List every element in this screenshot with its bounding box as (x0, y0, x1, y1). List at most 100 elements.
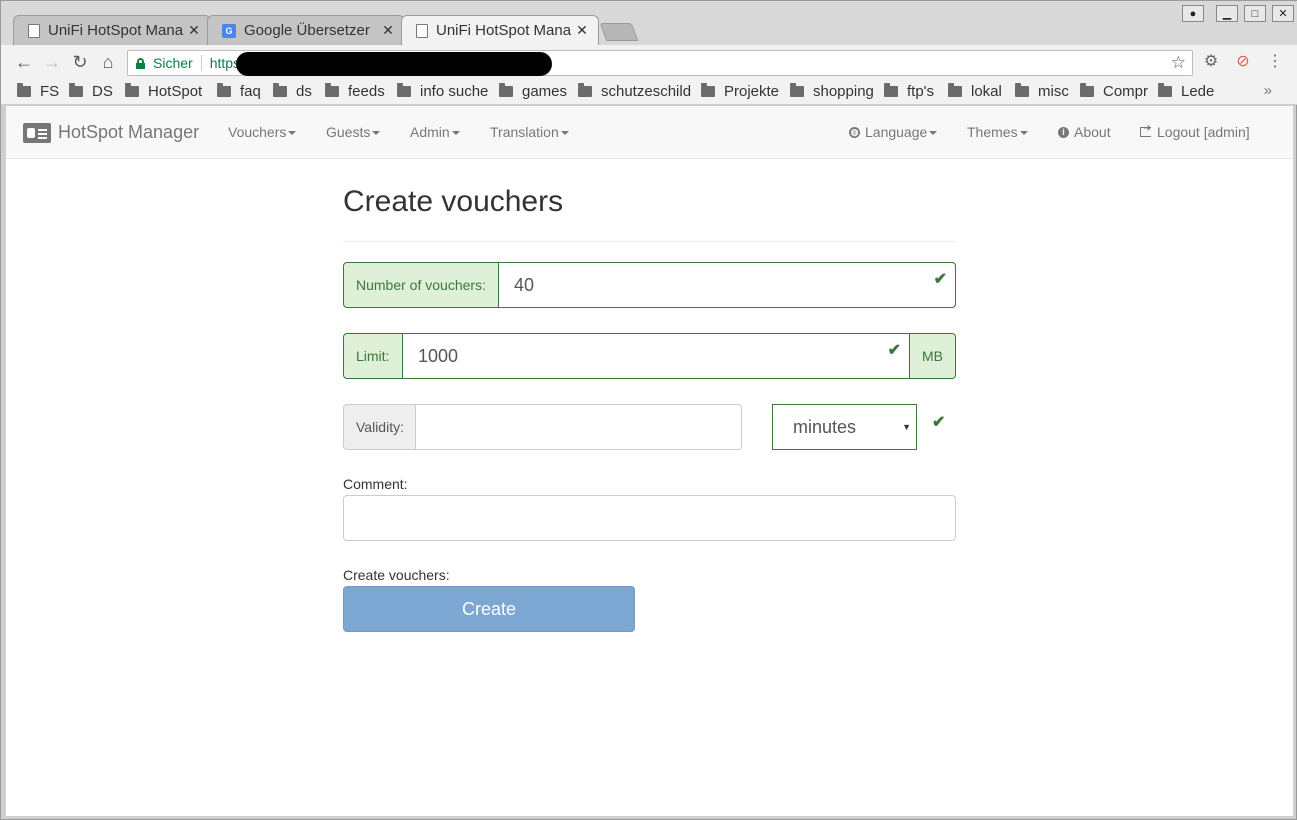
close-icon[interactable]: ✕ (186, 22, 202, 39)
bookmarks-overflow-icon[interactable]: » (1264, 82, 1272, 99)
tab-strip: UniFi HotSpot Mana ✕ G Google Übersetzer… (1, 1, 1297, 45)
validity-unit-select[interactable]: minutes ▼ (772, 404, 917, 450)
create-vouchers-label: Create vouchers: (343, 567, 450, 583)
caret-down-icon (372, 130, 381, 135)
validity-label: Validity: (343, 404, 416, 450)
nav-about[interactable]: i About (1058, 124, 1111, 140)
page-title: Create vouchers (343, 185, 564, 218)
bookmark-folder[interactable]: schutzeschild (578, 83, 691, 100)
validity-input[interactable] (416, 404, 742, 450)
limit-value: 1000 (418, 345, 459, 366)
number-of-vouchers-value: 40 (514, 274, 535, 295)
maximize-icon[interactable]: □ (1244, 5, 1266, 22)
nav-logout[interactable]: Logout [admin] (1140, 123, 1250, 140)
bookmark-folder[interactable]: HotSpot (125, 83, 202, 100)
caret-down-icon (288, 130, 297, 135)
nav-admin[interactable]: Admin (410, 124, 460, 140)
nav-language[interactable]: ◍ Language (849, 124, 938, 140)
close-icon[interactable]: ✕ (380, 22, 396, 39)
logout-icon (1140, 123, 1151, 137)
secure-label: Sicher (153, 55, 193, 71)
google-translate-icon: G (222, 23, 236, 38)
nav-guests[interactable]: Guests (326, 124, 381, 140)
caret-down-icon (1019, 130, 1028, 135)
block-extension-icon[interactable]: ⊘ (1233, 52, 1253, 72)
folder-icon (884, 83, 898, 97)
limit-label: Limit: (343, 333, 403, 379)
comment-label: Comment: (343, 476, 408, 492)
limit-input[interactable]: 1000 ✔ (403, 333, 910, 379)
folder-icon (1015, 83, 1029, 97)
close-icon[interactable]: ✕ (574, 22, 590, 39)
check-icon: ✔ (887, 342, 901, 359)
bookmark-folder[interactable]: info suche (397, 83, 488, 100)
forward-icon[interactable]: → (41, 52, 63, 74)
browser-window: UniFi HotSpot Mana ✕ G Google Übersetzer… (0, 0, 1297, 820)
bookmark-folder[interactable]: lokal (948, 83, 1002, 100)
bookmark-star-icon[interactable]: ☆ (1171, 53, 1186, 73)
address-bar[interactable]: Sicher https: ☆ (127, 50, 1193, 76)
tab-unifi-1[interactable]: UniFi HotSpot Mana ✕ (13, 15, 211, 45)
number-of-vouchers-group: Number of vouchers: 40 ✔ (343, 262, 956, 308)
settings-extension-icon[interactable]: ⚙ (1201, 52, 1221, 72)
folder-icon (273, 83, 287, 97)
limit-group: Limit: 1000 ✔ MB (343, 333, 956, 379)
new-tab-button[interactable] (599, 23, 639, 41)
bookmark-folder[interactable]: shopping (790, 83, 874, 100)
create-button[interactable]: Create (343, 586, 635, 632)
bookmark-folder[interactable]: ftp's (884, 83, 934, 100)
document-icon (416, 23, 428, 38)
home-icon[interactable]: ⌂ (97, 52, 119, 74)
folder-icon (125, 83, 139, 97)
caret-down-icon (929, 130, 938, 135)
nav-themes[interactable]: Themes (967, 124, 1028, 140)
menu-icon[interactable]: ⋮ (1265, 52, 1285, 72)
folder-icon (69, 83, 83, 97)
folder-icon (948, 83, 962, 97)
validity-group: Validity: (343, 404, 742, 450)
bookmark-folder[interactable]: DS (69, 83, 113, 100)
bookmarks-bar: FS DS HotSpot faq ds feeds info suche ga… (1, 79, 1297, 105)
bookmark-folder[interactable]: faq (217, 83, 261, 100)
app-navbar: HotSpot Manager Vouchers Guests Admin Tr… (6, 106, 1293, 159)
document-icon (28, 23, 40, 38)
bookmark-folder[interactable]: feeds (325, 83, 385, 100)
profile-icon[interactable]: ● (1182, 5, 1204, 22)
limit-unit: MB (910, 333, 956, 379)
folder-icon (499, 83, 513, 97)
nav-translation[interactable]: Translation (490, 124, 569, 140)
brand-link[interactable]: HotSpot Manager (23, 122, 199, 143)
back-icon[interactable]: ← (13, 52, 35, 74)
id-card-icon (23, 122, 51, 143)
caret-down-icon (451, 130, 460, 135)
folder-icon (1158, 83, 1172, 97)
bookmark-folder[interactable]: games (499, 83, 567, 100)
info-icon: i (1058, 126, 1069, 138)
comment-input[interactable] (343, 495, 956, 541)
bookmark-folder[interactable]: misc (1015, 83, 1069, 100)
number-of-vouchers-label: Number of vouchers: (343, 262, 499, 308)
tab-unifi-active[interactable]: UniFi HotSpot Mana ✕ (401, 15, 599, 45)
tab-google-translate[interactable]: G Google Übersetzer ✕ (207, 15, 405, 45)
browser-toolbar: ← → ↻ ⌂ Sicher https: ☆ ⚙ ⊘ ⋮ (1, 45, 1297, 79)
close-window-icon[interactable]: ✕ (1272, 5, 1294, 22)
number-of-vouchers-input[interactable]: 40 ✔ (499, 262, 956, 308)
folder-icon (325, 83, 339, 97)
bookmark-folder[interactable]: Projekte (701, 83, 779, 100)
nav-vouchers[interactable]: Vouchers (228, 124, 297, 140)
redacted-url (236, 52, 552, 76)
folder-icon (578, 83, 592, 97)
page-content: HotSpot Manager Vouchers Guests Admin Tr… (6, 106, 1293, 816)
reload-icon[interactable]: ↻ (69, 52, 91, 74)
check-icon: ✔ (933, 271, 947, 288)
bookmark-folder[interactable]: Compr (1080, 83, 1148, 100)
minimize-icon[interactable]: ▁ (1216, 5, 1238, 22)
dropdown-arrow-icon: ▼ (902, 422, 911, 432)
lock-icon (136, 57, 145, 69)
globe-icon: ◍ (849, 126, 860, 138)
bookmark-folder[interactable]: FS (17, 83, 59, 100)
bookmark-folder[interactable]: ds (273, 83, 312, 100)
bookmark-folder[interactable]: Lede (1158, 83, 1214, 100)
omnibox-separator (200, 55, 202, 71)
folder-icon (17, 83, 31, 97)
